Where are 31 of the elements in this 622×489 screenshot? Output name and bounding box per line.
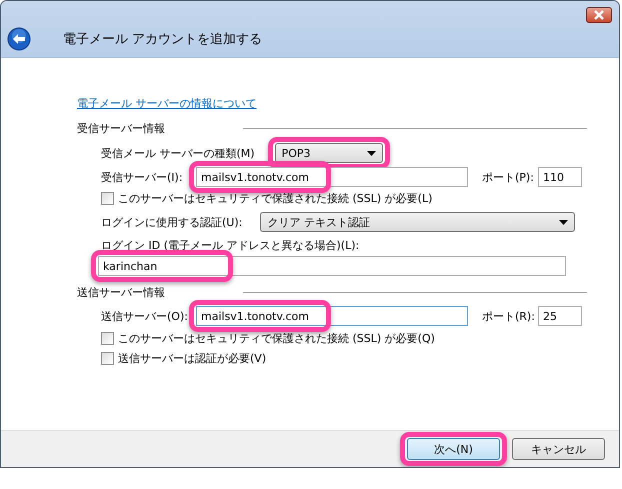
checkbox-label: このサーバーはセキュリティで保護された接続 (SSL) が必要(Q) [118, 330, 435, 346]
dropdown[interactable]: POP3 [274, 143, 383, 163]
back-button[interactable] [7, 27, 31, 51]
text-field[interactable]: karinchan [98, 256, 566, 276]
caret-icon [559, 220, 568, 224]
close-icon [593, 10, 605, 20]
field-label: ポート(P): [482, 170, 532, 184]
field-label: ログインに使用する認証(U): [101, 214, 242, 230]
cancel-button[interactable]: キャンセル [512, 438, 605, 460]
checkbox[interactable] [101, 332, 114, 344]
checkbox[interactable] [101, 192, 114, 204]
text-field[interactable]: mailsv1.tonotv.com [196, 306, 468, 326]
field-label: ログイン ID (電子メール アドレスと異なる場合)(L): [101, 238, 360, 252]
window-title: 電子メール アカウントを追加する [63, 31, 262, 48]
caret-icon [366, 150, 376, 156]
field-label: 受信メール サーバーの種類(M) [101, 146, 255, 160]
checkbox-label: このサーバーはセキュリティで保護された接続 (SSL) が必要(L) [118, 190, 432, 206]
close-button[interactable] [586, 7, 612, 23]
text-field[interactable]: mailsv1.tonotv.com [196, 167, 468, 187]
section-heading: 送信サーバー情報 [77, 284, 166, 300]
port-field[interactable]: 110 [538, 167, 582, 187]
field-label: 受信サーバー(I): [101, 170, 184, 184]
next-button[interactable]: 次へ(N) [407, 438, 500, 460]
section-heading: 受信サーバー情報 [77, 120, 166, 136]
dropdown[interactable]: クリア テキスト認証 [260, 212, 576, 232]
port-field[interactable]: 25 [538, 306, 582, 326]
field-label: ポート(R): [482, 308, 532, 324]
checkbox[interactable] [101, 352, 114, 364]
checkbox-label: 送信サーバーは認証が必要(V) [118, 350, 266, 366]
field-label: 送信サーバー(O): [101, 308, 189, 324]
help-link[interactable]: 電子メール サーバーの情報について [77, 96, 256, 112]
